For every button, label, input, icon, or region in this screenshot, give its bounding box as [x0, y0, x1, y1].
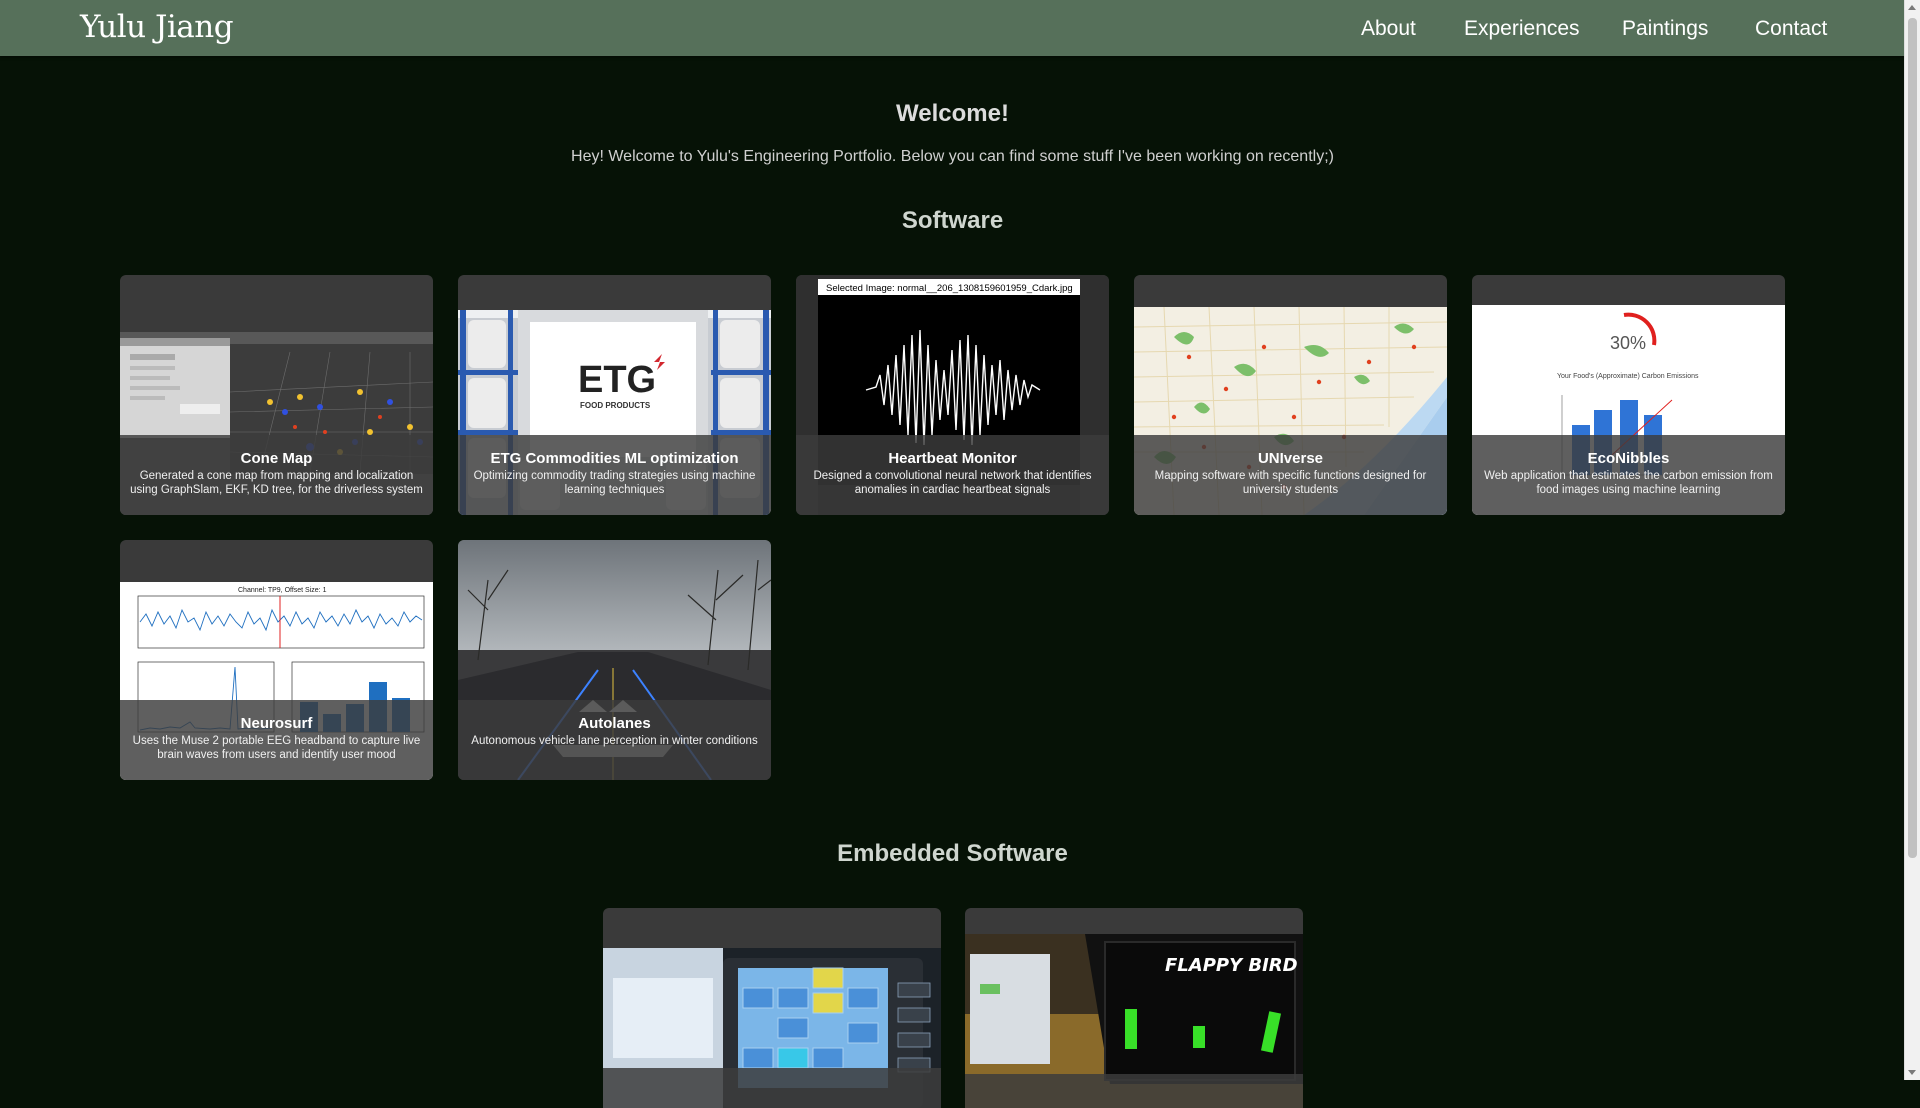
project-card-etg[interactable]: ETG FOOD PRODUCTS ETG Commodities ML opt… [458, 275, 771, 515]
project-card-overlay: EcoNibbles Web application that estimate… [1472, 435, 1785, 515]
welcome-text: Hey! Welcome to Yulu's Engineering Portf… [571, 148, 1334, 165]
embedded-project-card-1[interactable] [603, 908, 941, 1108]
project-title: ETG Commodities ML optimization [490, 450, 739, 467]
project-card-overlay: Heartbeat Monitor Designed a convolution… [796, 435, 1109, 515]
welcome-heading: Welcome! [896, 100, 1009, 127]
nav-link-paintings[interactable]: Paintings [1622, 17, 1708, 41]
project-card-overlay: Cone Map Generated a cone map from mappi… [120, 435, 433, 515]
scroll-thumb[interactable] [1908, 18, 1917, 858]
heartbeat-file-caption: Selected Image: normal__206_130815960195… [826, 283, 1073, 294]
etg-logo-text: ETG [578, 359, 656, 401]
project-title: Heartbeat Monitor [888, 450, 1017, 467]
project-title: UNIverse [1257, 450, 1324, 467]
econibbles-percent: 30% [1610, 333, 1646, 353]
project-card-overlay: Autolanes Autonomous vehicle lane percep… [458, 700, 771, 780]
embedded-project-card-2[interactable]: FLAPPY BIRD [965, 908, 1303, 1108]
project-description: Mapping software with specific functions… [1154, 470, 1427, 496]
nav-link-experiences[interactable]: Experiences [1464, 17, 1580, 41]
econibbles-chart-caption: Your Food's (Approximate) Carbon Emissio… [1557, 373, 1699, 380]
project-description: Web application that estimates the carbo… [1484, 470, 1773, 496]
software-heading: Software [901, 207, 1004, 234]
flappy-bird-screen-text: FLAPPY BIRD [1165, 955, 1298, 976]
page-scrollbar[interactable] [1904, 0, 1920, 1080]
project-title: Cone Map [240, 450, 313, 467]
project-title: Autolanes [578, 715, 651, 732]
scroll-up-icon[interactable] [1908, 5, 1916, 10]
project-description: Uses the Muse 2 portable EEG headband to… [132, 735, 421, 761]
embedded-software-heading: Embedded Software [837, 840, 1068, 867]
project-card-overlay: UNIverse Mapping software with specific … [1134, 435, 1447, 515]
scroll-down-icon[interactable] [1908, 1070, 1916, 1075]
project-description: Generated a cone map from mapping and lo… [130, 470, 423, 496]
nav-link-about[interactable]: About [1361, 17, 1416, 41]
project-description: Autonomous vehicle lane perception in wi… [471, 735, 758, 747]
project-card-autolanes[interactable]: Autolanes Autonomous vehicle lane percep… [458, 540, 771, 780]
etg-logo-subtext: FOOD PRODUCTS [580, 401, 651, 410]
navbar: Yulu Jiang About Experiences Paintings C… [0, 0, 1905, 56]
project-description: Designed a convolutional neural network … [813, 470, 1092, 496]
project-title: EcoNibbles [1587, 450, 1670, 467]
project-card-overlay: ETG Commodities ML optimization Optimizi… [458, 435, 771, 515]
embedded-project-image-1 [603, 948, 941, 1108]
nav-link-contact[interactable]: Contact [1755, 17, 1827, 41]
project-card-overlay: Neurosurf Uses the Muse 2 portable EEG h… [120, 700, 433, 780]
project-card-econibbles[interactable]: 30% Your Food's (Approximate) Carbon Emi… [1472, 275, 1785, 515]
project-description: Optimizing commodity trading strategies … [473, 470, 756, 496]
project-title: Neurosurf [240, 715, 313, 732]
project-card-universe[interactable]: UNIverse Mapping software with specific … [1134, 275, 1447, 515]
project-card-cone-map[interactable]: Cone Map Generated a cone map from mappi… [120, 275, 433, 515]
project-card-heartbeat-monitor[interactable]: Selected Image: normal__206_130815960195… [796, 275, 1109, 515]
embedded-project-image-2: FLAPPY BIRD [965, 934, 1303, 1108]
project-card-neurosurf[interactable]: Channel: TP9, Offset Size: 1 Neurosurf U… [120, 540, 433, 780]
neurosurf-plot-caption: Channel: TP9, Offset Size: 1 [238, 587, 327, 594]
brand-link[interactable]: Yulu Jiang [80, 9, 234, 45]
